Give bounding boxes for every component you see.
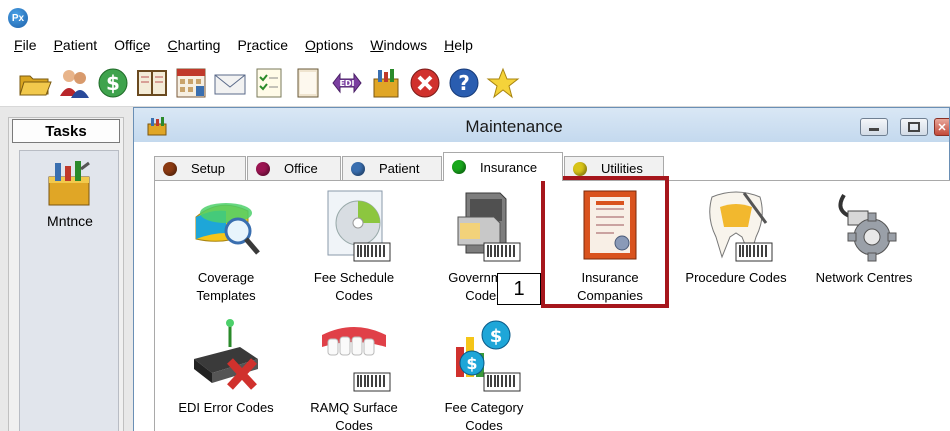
menu-options[interactable]: Options	[305, 37, 353, 53]
checklist-icon	[256, 68, 282, 98]
toolbar-help-button[interactable]: ?	[445, 64, 483, 102]
tab-patient[interactable]: Patient	[342, 156, 442, 180]
app-titlebar: Px	[0, 0, 950, 34]
menu-charting[interactable]: Charting	[168, 37, 221, 53]
tab-ball-icon	[163, 161, 177, 176]
task-item-label: Mntnce	[47, 213, 93, 229]
window-title: Maintenance	[465, 117, 563, 136]
coverage-templates-icon	[195, 203, 260, 255]
envelope-icon	[214, 74, 246, 95]
tab-insurance[interactable]: Insurance	[443, 152, 563, 181]
fee-schedule-codes-icon	[327, 190, 391, 262]
money-icon: $	[98, 68, 128, 98]
maximize-button[interactable]	[900, 118, 928, 136]
network-centres-icon	[838, 193, 897, 262]
menu-bar: File Patient Office Charting Practice Op…	[0, 34, 950, 56]
step-callout: 1	[497, 273, 541, 305]
svg-text:$: $	[466, 354, 477, 373]
svg-text:?: ?	[458, 71, 470, 95]
item-fee-schedule-codes[interactable]: Fee Schedule Codes	[289, 187, 419, 305]
government-codes-icon	[457, 192, 521, 262]
tab-label: Insurance	[480, 159, 538, 175]
toolbar-charting-button[interactable]	[172, 64, 210, 102]
edi-icon: EDI	[332, 72, 362, 94]
toolbar-close-button[interactable]	[406, 64, 444, 102]
maximize-icon	[908, 122, 920, 132]
calendar-chart-icon	[176, 68, 206, 98]
item-coverage-templates[interactable]: Coverage Templates	[161, 187, 291, 305]
item-label: EDI Error Codes	[178, 400, 274, 415]
item-label: RAMQ Surface Codes	[310, 400, 398, 431]
menu-file[interactable]: File	[14, 37, 37, 53]
svg-text:$: $	[490, 326, 503, 347]
toolbar-billing-button[interactable]: $	[94, 64, 132, 102]
item-label: Fee Schedule Codes	[313, 270, 395, 303]
menu-help[interactable]: Help	[444, 37, 473, 53]
procedure-codes-icon	[709, 191, 773, 262]
toolbar-document-button[interactable]	[289, 64, 327, 102]
close-button[interactable]	[934, 118, 949, 136]
item-fee-category-codes[interactable]: $ $ Fee Category Codes	[419, 317, 549, 431]
minimize-icon	[869, 128, 879, 131]
tab-office[interactable]: Office	[247, 156, 341, 180]
help-icon: ?	[449, 68, 479, 98]
item-label: Procedure Codes	[685, 270, 787, 285]
toolbar-maintenance-button[interactable]	[367, 64, 405, 102]
favorites-star-icon	[486, 67, 520, 99]
minimize-button[interactable]	[860, 118, 888, 136]
app-logo-icon: Px	[8, 8, 28, 28]
toolbar-ledger-button[interactable]	[133, 64, 171, 102]
maintenance-icon	[373, 69, 399, 98]
toolbar-patients-button[interactable]	[55, 64, 93, 102]
svg-text:EDI: EDI	[339, 79, 354, 88]
workspace: Tasks Mntnce Maintenance Setup Office Pa…	[0, 106, 950, 431]
menu-patient[interactable]: Patient	[54, 37, 98, 53]
tab-ball-icon	[573, 161, 587, 176]
tab-label: Patient	[379, 161, 420, 176]
item-ramq-surface-codes[interactable]: RAMQ Surface Codes	[289, 317, 419, 431]
edi-error-codes-icon	[194, 319, 258, 390]
toolbar-favorites-button[interactable]	[484, 64, 522, 102]
tab-setup[interactable]: Setup	[154, 156, 246, 180]
item-edi-error-codes[interactable]: EDI Error Codes	[161, 317, 291, 417]
svg-text:$: $	[106, 71, 120, 95]
tab-label: Utilities	[601, 161, 643, 176]
toolbar-open-button[interactable]	[16, 64, 54, 102]
menu-office[interactable]: Office	[114, 37, 150, 53]
window-titlebar: Maintenance	[134, 108, 949, 142]
tab-ball-icon	[452, 160, 466, 174]
menu-windows[interactable]: Windows	[370, 37, 427, 53]
tab-ball-icon	[351, 161, 365, 176]
toolbar-edi-button[interactable]: EDI	[328, 64, 366, 102]
item-label: Network Centres	[815, 270, 913, 285]
item-label: Fee Category Codes	[444, 400, 524, 431]
item-label: Coverage Templates	[196, 270, 256, 303]
toolbar-tasks-button[interactable]	[250, 64, 288, 102]
maintenance-icon	[48, 161, 90, 206]
ledger-book-icon	[137, 70, 167, 96]
tab-ball-icon	[256, 161, 270, 176]
menu-practice[interactable]: Practice	[237, 37, 288, 53]
tab-label: Office	[284, 161, 318, 176]
item-procedure-codes[interactable]: Procedure Codes	[671, 187, 801, 287]
close-icon	[938, 123, 946, 131]
stop-icon	[410, 68, 440, 98]
toolbar-mail-button[interactable]	[211, 64, 249, 102]
fee-category-codes-icon: $ $	[456, 320, 521, 392]
ramq-surface-codes-icon	[322, 327, 391, 392]
document-icon	[297, 68, 319, 98]
folder-open-icon	[19, 75, 52, 96]
item-network-centres[interactable]: Network Centres	[799, 187, 929, 287]
tasks-header[interactable]: Tasks	[12, 119, 120, 143]
tasks-list: Mntnce	[19, 150, 119, 431]
highlight-box	[541, 176, 669, 308]
main-toolbar: $ EDI ?	[0, 60, 950, 106]
tab-label: Setup	[191, 161, 225, 176]
patients-icon	[60, 70, 89, 98]
